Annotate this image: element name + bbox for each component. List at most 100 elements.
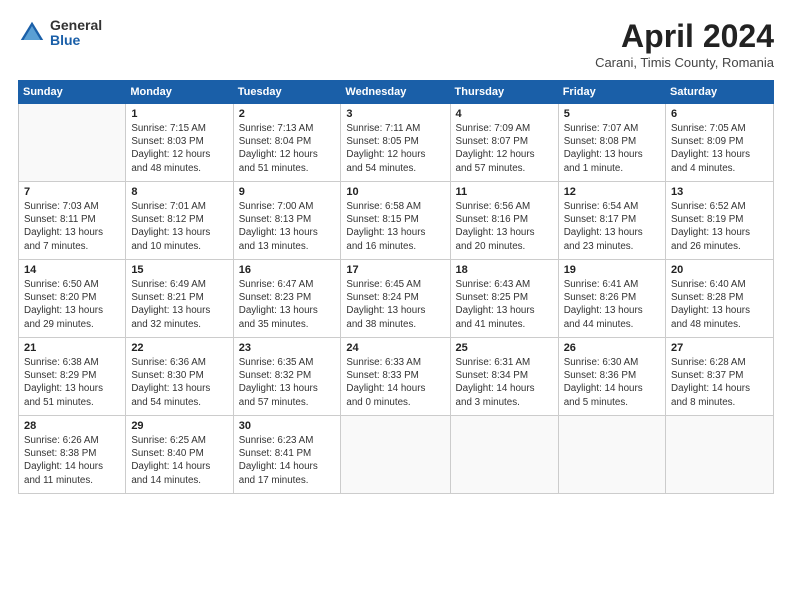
calendar-week-1: 1Sunrise: 7:15 AM Sunset: 8:03 PM Daylig… [19,104,774,182]
day-number: 20 [671,264,768,276]
day-number: 10 [346,186,444,198]
day-header-thursday: Thursday [450,81,558,104]
calendar-cell: 13 Sunrise: 6:52 AM Sunset: 8:19 PM Dayli… [666,182,774,260]
day-number: 28 [24,420,120,432]
day-info: Sunrise: 6:23 AM Sunset: 8:41 PM Dayligh… [239,434,336,487]
day-number: 17 [346,264,444,276]
calendar-cell: 1Sunrise: 7:15 AM Sunset: 8:03 PM Daylig… [126,104,233,182]
calendar-cell: 19 Sunrise: 6:41 AM Sunset: 8:26 PM Dayli… [558,260,665,338]
day-info: Sunrise: 6:30 AM Sunset: 8:36 PM Dayligh… [564,356,660,409]
header: General Blue April 2024 Carani, Timis Co… [18,18,774,70]
logo-blue-text: Blue [50,33,102,48]
calendar-cell: 23 Sunrise: 6:35 AM Sunset: 8:32 PM Dayli… [233,338,341,416]
day-number: 14 [24,264,120,276]
calendar-cell: 6 Sunrise: 7:05 AM Sunset: 8:09 PM Daylig… [666,104,774,182]
logo: General Blue [18,18,102,49]
day-number: 13 [671,186,768,198]
calendar-cell: 2Sunrise: 7:13 AM Sunset: 8:04 PM Daylig… [233,104,341,182]
day-number: 23 [239,342,336,354]
day-header-tuesday: Tuesday [233,81,341,104]
day-info: Sunrise: 6:52 AM Sunset: 8:19 PM Dayligh… [671,200,768,253]
day-header-sunday: Sunday [19,81,126,104]
calendar-cell: 3 Sunrise: 7:11 AM Sunset: 8:05 PM Daylig… [341,104,450,182]
logo-text: General Blue [50,18,102,49]
calendar-cell [666,416,774,494]
calendar-table: SundayMondayTuesdayWednesdayThursdayFrid… [18,80,774,494]
calendar-week-2: 7Sunrise: 7:03 AM Sunset: 8:11 PM Daylig… [19,182,774,260]
day-info: Sunrise: 6:41 AM Sunset: 8:26 PM Dayligh… [564,278,660,331]
day-info: Sunrise: 6:43 AM Sunset: 8:25 PM Dayligh… [456,278,553,331]
day-info: Sunrise: 7:00 AM Sunset: 8:13 PM Dayligh… [239,200,336,253]
calendar-cell [450,416,558,494]
day-info: Sunrise: 7:03 AM Sunset: 8:11 PM Dayligh… [24,200,120,253]
day-number: 3 [346,108,444,120]
day-info: Sunrise: 6:56 AM Sunset: 8:16 PM Dayligh… [456,200,553,253]
day-number: 2 [239,108,336,120]
calendar-week-3: 14 Sunrise: 6:50 AM Sunset: 8:20 PM Dayli… [19,260,774,338]
day-info: Sunrise: 6:38 AM Sunset: 8:29 PM Dayligh… [24,356,120,409]
calendar-cell [19,104,126,182]
day-header-wednesday: Wednesday [341,81,450,104]
day-number: 24 [346,342,444,354]
main-title: April 2024 [595,18,774,55]
day-number: 9 [239,186,336,198]
day-number: 5 [564,108,660,120]
subtitle: Carani, Timis County, Romania [595,55,774,70]
day-info: Sunrise: 6:33 AM Sunset: 8:33 PM Dayligh… [346,356,444,409]
calendar-cell: 30 Sunrise: 6:23 AM Sunset: 8:41 PM Dayli… [233,416,341,494]
calendar-cell: 15 Sunrise: 6:49 AM Sunset: 8:21 PM Dayli… [126,260,233,338]
calendar-cell: 29Sunrise: 6:25 AM Sunset: 8:40 PM Dayli… [126,416,233,494]
calendar-header: SundayMondayTuesdayWednesdayThursdayFrid… [19,81,774,104]
day-info: Sunrise: 6:36 AM Sunset: 8:30 PM Dayligh… [131,356,227,409]
day-number: 30 [239,420,336,432]
day-header-monday: Monday [126,81,233,104]
day-info: Sunrise: 6:50 AM Sunset: 8:20 PM Dayligh… [24,278,120,331]
day-number: 6 [671,108,768,120]
day-number: 21 [24,342,120,354]
calendar-cell: 12Sunrise: 6:54 AM Sunset: 8:17 PM Dayli… [558,182,665,260]
calendar-cell: 9 Sunrise: 7:00 AM Sunset: 8:13 PM Daylig… [233,182,341,260]
day-info: Sunrise: 6:58 AM Sunset: 8:15 PM Dayligh… [346,200,444,253]
day-info: Sunrise: 7:15 AM Sunset: 8:03 PM Dayligh… [131,122,227,175]
day-info: Sunrise: 6:31 AM Sunset: 8:34 PM Dayligh… [456,356,553,409]
day-info: Sunrise: 6:35 AM Sunset: 8:32 PM Dayligh… [239,356,336,409]
day-info: Sunrise: 6:40 AM Sunset: 8:28 PM Dayligh… [671,278,768,331]
calendar-cell: 11 Sunrise: 6:56 AM Sunset: 8:16 PM Dayli… [450,182,558,260]
day-info: Sunrise: 6:47 AM Sunset: 8:23 PM Dayligh… [239,278,336,331]
calendar-cell: 5 Sunrise: 7:07 AM Sunset: 8:08 PM Daylig… [558,104,665,182]
calendar-body: 1Sunrise: 7:15 AM Sunset: 8:03 PM Daylig… [19,104,774,494]
day-info: Sunrise: 6:54 AM Sunset: 8:17 PM Dayligh… [564,200,660,253]
calendar-cell [558,416,665,494]
day-info: Sunrise: 6:49 AM Sunset: 8:21 PM Dayligh… [131,278,227,331]
day-number: 11 [456,186,553,198]
day-number: 15 [131,264,227,276]
day-info: Sunrise: 7:11 AM Sunset: 8:05 PM Dayligh… [346,122,444,175]
calendar-cell: 10 Sunrise: 6:58 AM Sunset: 8:15 PM Dayli… [341,182,450,260]
header-row: SundayMondayTuesdayWednesdayThursdayFrid… [19,81,774,104]
day-info: Sunrise: 7:05 AM Sunset: 8:09 PM Dayligh… [671,122,768,175]
calendar-cell: 18Sunrise: 6:43 AM Sunset: 8:25 PM Dayli… [450,260,558,338]
day-number: 22 [131,342,227,354]
day-number: 26 [564,342,660,354]
day-info: Sunrise: 7:09 AM Sunset: 8:07 PM Dayligh… [456,122,553,175]
calendar-cell: 21 Sunrise: 6:38 AM Sunset: 8:29 PM Dayli… [19,338,126,416]
day-number: 29 [131,420,227,432]
day-info: Sunrise: 6:28 AM Sunset: 8:37 PM Dayligh… [671,356,768,409]
day-number: 25 [456,342,553,354]
day-header-saturday: Saturday [666,81,774,104]
calendar-cell: 27 Sunrise: 6:28 AM Sunset: 8:37 PM Dayli… [666,338,774,416]
calendar-cell: 16Sunrise: 6:47 AM Sunset: 8:23 PM Dayli… [233,260,341,338]
calendar-cell: 4 Sunrise: 7:09 AM Sunset: 8:07 PM Daylig… [450,104,558,182]
logo-icon [18,19,46,47]
day-number: 4 [456,108,553,120]
calendar-cell: 24 Sunrise: 6:33 AM Sunset: 8:33 PM Dayli… [341,338,450,416]
calendar-cell: 17Sunrise: 6:45 AM Sunset: 8:24 PM Dayli… [341,260,450,338]
day-info: Sunrise: 7:07 AM Sunset: 8:08 PM Dayligh… [564,122,660,175]
day-header-friday: Friday [558,81,665,104]
calendar-week-5: 28Sunrise: 6:26 AM Sunset: 8:38 PM Dayli… [19,416,774,494]
day-number: 19 [564,264,660,276]
day-number: 27 [671,342,768,354]
calendar-cell: 8Sunrise: 7:01 AM Sunset: 8:12 PM Daylig… [126,182,233,260]
calendar-cell: 25 Sunrise: 6:31 AM Sunset: 8:34 PM Dayli… [450,338,558,416]
calendar-week-4: 21 Sunrise: 6:38 AM Sunset: 8:29 PM Dayli… [19,338,774,416]
